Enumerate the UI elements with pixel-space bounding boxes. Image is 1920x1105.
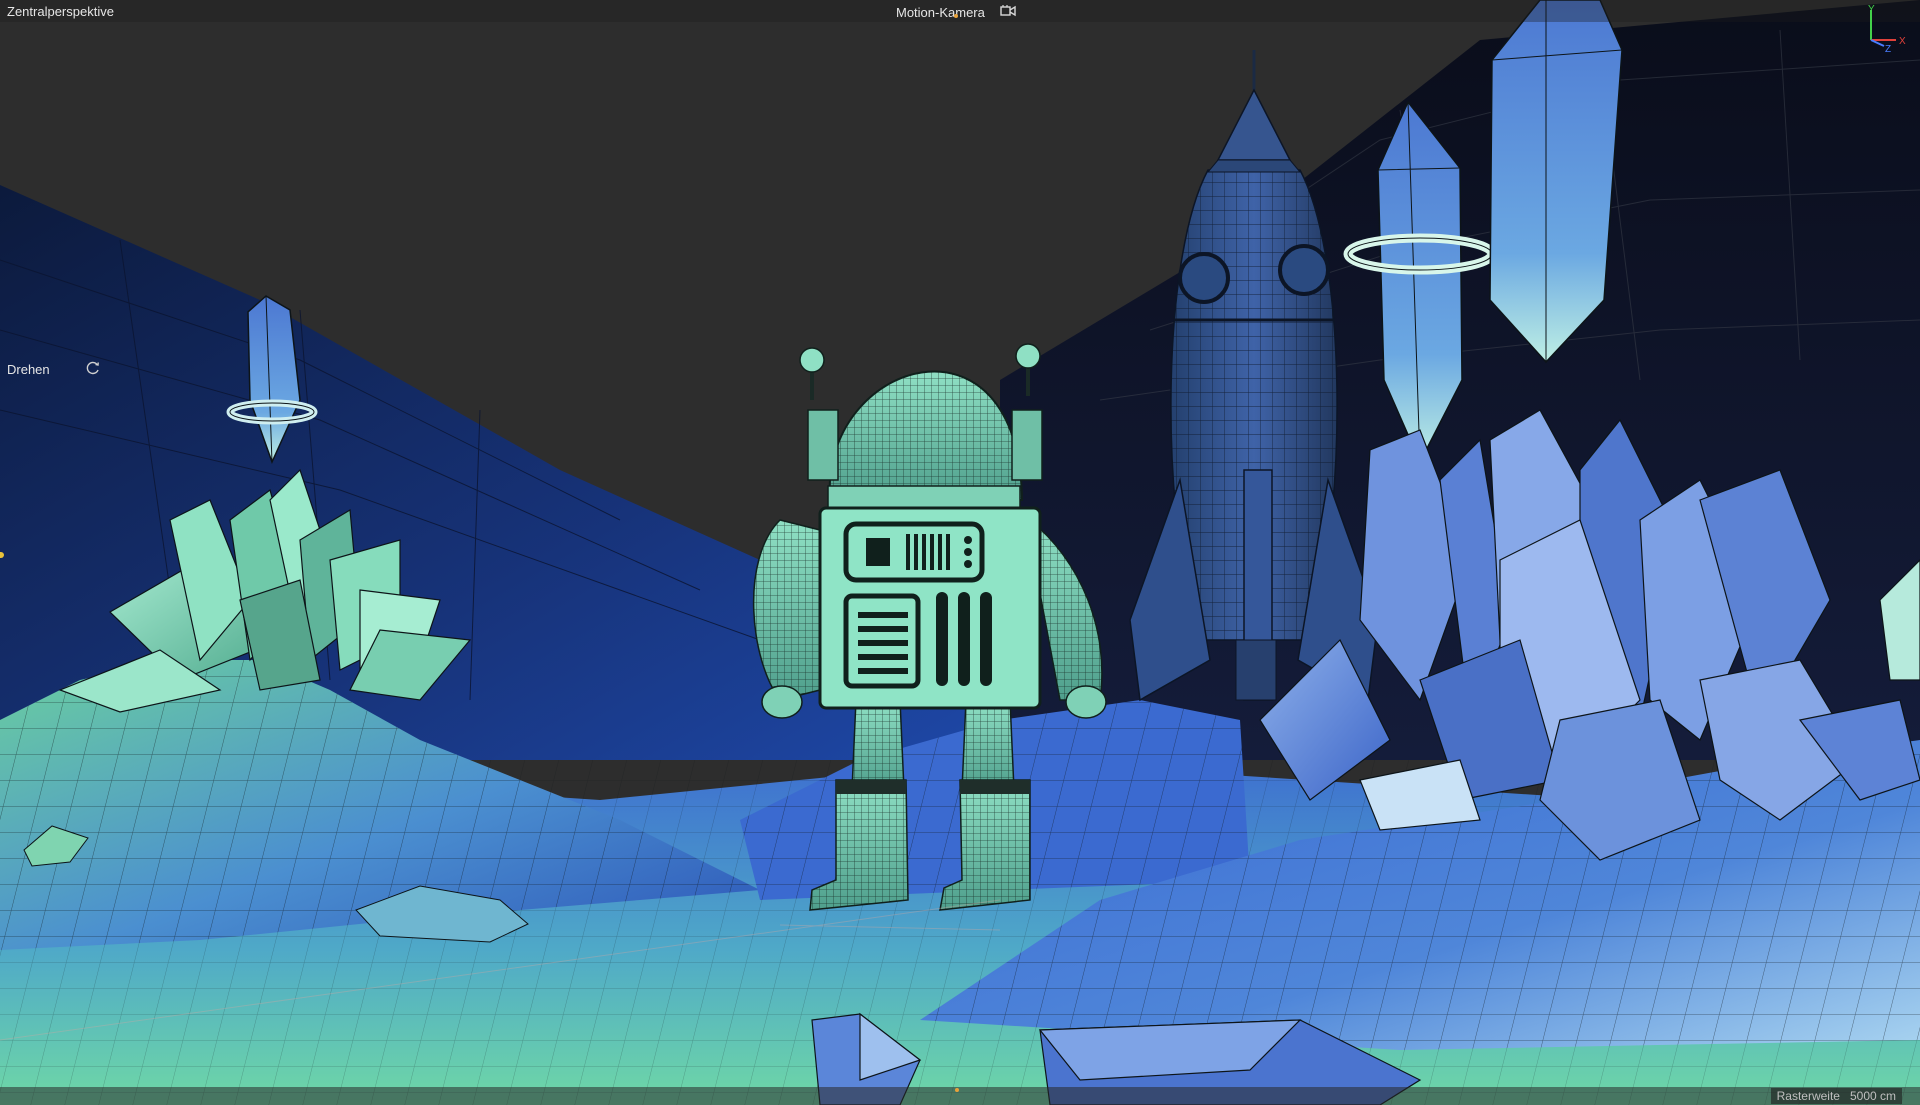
- axis-y-label: Y: [1868, 4, 1875, 15]
- camera-icon[interactable]: [1000, 4, 1016, 18]
- grid-spacing-readout: Rasterweite 5000 cm: [1770, 1088, 1902, 1104]
- 3d-viewport[interactable]: Zentralperspektive Motion-Kamera Y Z X D…: [0, 0, 1920, 1105]
- active-tool-label: Drehen: [7, 362, 50, 377]
- grid-spacing-value: 5000 cm: [1849, 1089, 1896, 1103]
- axis-gizmo: Y Z X: [1868, 4, 1906, 55]
- view-projection-label[interactable]: Zentralperspektive: [7, 4, 114, 19]
- axis-z-label: Z: [1885, 44, 1891, 55]
- rotate-icon: [86, 361, 99, 375]
- grid-spacing-label: Rasterweite: [1776, 1089, 1840, 1103]
- viewport-footer: [0, 1087, 1920, 1105]
- axis-x-label: X: [1899, 36, 1906, 47]
- scene-render[interactable]: [0, 0, 1920, 1105]
- active-camera-label[interactable]: Motion-Kamera: [896, 5, 985, 20]
- camera-indicator-dot: [954, 14, 958, 18]
- footer-indicator-dot: [955, 1088, 959, 1092]
